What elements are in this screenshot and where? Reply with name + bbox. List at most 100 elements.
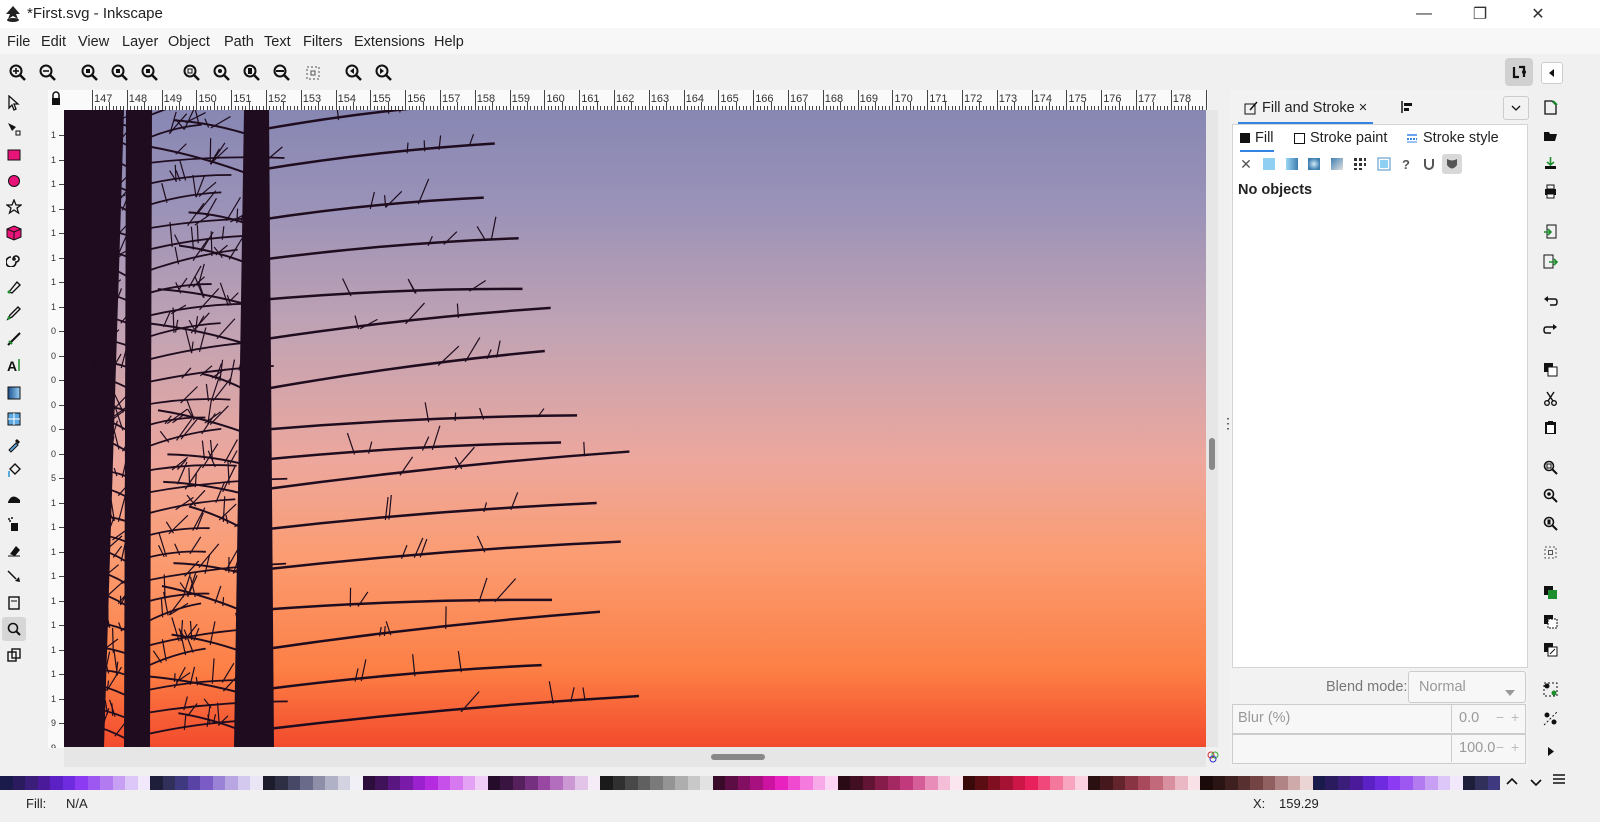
palette-swatch[interactable] [1050, 776, 1063, 790]
palette-swatch[interactable] [187, 776, 200, 790]
palette-swatch[interactable] [312, 776, 325, 790]
palette-swatch[interactable] [500, 776, 513, 790]
palette-swatch[interactable] [387, 776, 400, 790]
tweak-tool-icon[interactable] [4, 488, 24, 508]
paste-icon[interactable] [1541, 418, 1559, 436]
palette-swatch[interactable] [1087, 776, 1100, 790]
vertical-scrollbar[interactable] [1206, 110, 1218, 747]
palette-swatch[interactable] [550, 776, 563, 790]
palette-swatch[interactable] [1175, 776, 1188, 790]
palette-swatch[interactable] [25, 776, 38, 790]
pattern-icon[interactable] [1352, 156, 1368, 172]
menu-file[interactable]: File [7, 34, 30, 50]
menu-path[interactable]: Path [224, 34, 254, 50]
palette-swatch[interactable] [250, 776, 263, 790]
palette-swatch[interactable] [1062, 776, 1075, 790]
unlink-clone-icon[interactable] [1541, 640, 1559, 658]
palette-swatch[interactable] [1262, 776, 1275, 790]
mesh-tool-icon[interactable] [4, 409, 24, 429]
palette-swatch[interactable] [162, 776, 175, 790]
palette-swatch[interactable] [487, 776, 500, 790]
copy-icon[interactable] [1541, 360, 1559, 378]
color-palette[interactable] [0, 776, 1505, 792]
vertical-scroll-thumb[interactable] [1209, 438, 1215, 470]
palette-swatch[interactable] [975, 776, 988, 790]
palette-swatch[interactable] [1287, 776, 1300, 790]
palette-swatch[interactable] [1362, 776, 1375, 790]
palette-scroll-up-icon[interactable] [1506, 774, 1518, 788]
menu-help[interactable]: Help [434, 34, 464, 50]
maximize-button[interactable]: ❐ [1452, 0, 1508, 28]
no-paint-icon[interactable]: ✕ [1238, 156, 1254, 172]
palette-swatch[interactable] [212, 776, 225, 790]
star-tool-icon[interactable] [4, 197, 24, 217]
zoom-previous-icon[interactable] [344, 63, 364, 83]
palette-swatch[interactable] [1025, 776, 1038, 790]
palette-swatch[interactable] [512, 776, 525, 790]
selector-tool-icon[interactable] [4, 93, 24, 113]
palette-swatch[interactable] [687, 776, 700, 790]
group-icon[interactable] [1541, 680, 1559, 698]
palette-swatch[interactable] [587, 776, 600, 790]
linear-gradient-icon[interactable] [1284, 156, 1300, 172]
measure-tool-icon[interactable] [4, 645, 24, 665]
node-tool-icon[interactable] [4, 119, 24, 139]
snap-toggle-button[interactable] [1505, 58, 1533, 86]
palette-swatch[interactable] [1250, 776, 1263, 790]
palette-swatch[interactable] [1225, 776, 1238, 790]
palette-swatch[interactable] [200, 776, 213, 790]
palette-swatch[interactable] [525, 776, 538, 790]
palette-swatch[interactable] [225, 776, 238, 790]
radial-gradient-icon[interactable] [1306, 156, 1322, 172]
zoom-drawing-icon[interactable] [212, 63, 232, 83]
palette-swatch[interactable] [0, 776, 13, 790]
fill-rule-nonzero-icon[interactable] [1442, 154, 1462, 174]
palette-swatch[interactable] [950, 776, 963, 790]
color-management-icon[interactable] [1206, 750, 1220, 764]
palette-swatch[interactable] [150, 776, 163, 790]
palette-swatch[interactable] [712, 776, 725, 790]
palette-swatch[interactable] [87, 776, 100, 790]
subtab-stroke-style[interactable]: Stroke style [1406, 130, 1499, 146]
zoom-tool-icon[interactable] [2, 617, 26, 641]
palette-swatch[interactable] [675, 776, 688, 790]
palette-swatch[interactable] [125, 776, 138, 790]
palette-swatch[interactable] [1300, 776, 1313, 790]
clone-icon[interactable] [1541, 612, 1559, 630]
spray-tool-icon[interactable] [4, 514, 24, 534]
palette-swatch[interactable] [600, 776, 613, 790]
zoom-2-1-icon[interactable] [140, 63, 160, 83]
palette-swatch[interactable] [1137, 776, 1150, 790]
palette-swatch[interactable] [1412, 776, 1425, 790]
flat-color-icon[interactable] [1261, 156, 1277, 172]
open-document-icon[interactable] [1541, 126, 1559, 144]
palette-swatch[interactable] [1037, 776, 1050, 790]
palette-swatch[interactable] [562, 776, 575, 790]
palette-swatch[interactable] [1325, 776, 1338, 790]
palette-swatch[interactable] [575, 776, 588, 790]
horizontal-scrollbar[interactable] [64, 747, 1206, 767]
palette-swatch[interactable] [175, 776, 188, 790]
palette-swatch[interactable] [725, 776, 738, 790]
dock-resize-handle[interactable]: ⋮ [1221, 416, 1235, 440]
menu-view[interactable]: View [78, 34, 109, 50]
more-commands-arrow-icon[interactable] [1541, 742, 1559, 760]
palette-swatch[interactable] [662, 776, 675, 790]
subtab-fill[interactable]: Fill [1240, 130, 1274, 152]
menu-filters[interactable]: Filters [303, 34, 342, 50]
palette-swatch[interactable] [1000, 776, 1013, 790]
palette-swatch[interactable] [112, 776, 125, 790]
palette-swatch[interactable] [800, 776, 813, 790]
cut-icon[interactable] [1541, 389, 1559, 407]
palette-swatch[interactable] [912, 776, 925, 790]
palette-swatch[interactable] [462, 776, 475, 790]
palette-swatch[interactable] [412, 776, 425, 790]
zoom-center-page-icon[interactable] [303, 63, 323, 83]
duplicate-icon[interactable] [1541, 583, 1559, 601]
pencil-tool-icon[interactable] [4, 303, 24, 323]
palette-swatch[interactable] [1400, 776, 1413, 790]
palette-swatch[interactable] [275, 776, 288, 790]
palette-swatch[interactable] [1112, 776, 1125, 790]
palette-swatch[interactable] [1425, 776, 1438, 790]
drawing-canvas[interactable] [64, 110, 1206, 747]
